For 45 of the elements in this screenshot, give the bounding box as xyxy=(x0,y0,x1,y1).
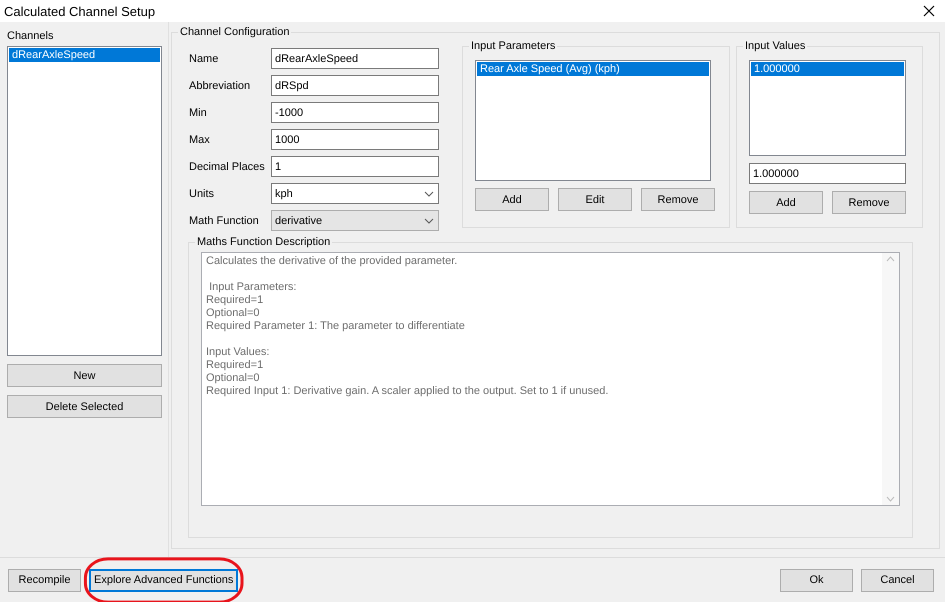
list-button[interactable]: Remove xyxy=(641,188,715,211)
dropdown[interactable]: derivative xyxy=(271,210,439,231)
panel-title: Channels xyxy=(7,30,54,42)
input-field[interactable]: dRSpd xyxy=(271,75,439,96)
list-item[interactable]: 1.000000 xyxy=(751,62,904,76)
channel-list[interactable]: dRearAxleSpeed xyxy=(7,46,162,356)
input-field[interactable]: -1000 xyxy=(271,102,439,123)
chevron-down-icon xyxy=(424,190,434,196)
list-item[interactable]: Rear Axle Speed (Avg) (kph) xyxy=(477,62,709,76)
group-title: Maths Function Description xyxy=(196,236,332,248)
dropdown[interactable]: kph xyxy=(271,183,439,204)
footer-button[interactable]: Recompile xyxy=(8,568,81,592)
list-button[interactable]: Add xyxy=(475,188,549,211)
input-field[interactable]: 1.000000 xyxy=(749,163,906,184)
input-field[interactable]: 1 xyxy=(271,156,439,177)
list-button[interactable]: Add xyxy=(749,191,823,214)
field-label: Decimal Places xyxy=(189,160,266,172)
field-label: Abbreviation xyxy=(189,80,252,92)
group-title: Input Parameters xyxy=(470,40,556,52)
field-label: Max xyxy=(189,134,211,146)
input-field[interactable]: dRearAxleSpeed xyxy=(271,48,439,69)
footer-button[interactable]: Cancel xyxy=(861,568,934,592)
parameter-list[interactable]: Rear Axle Speed (Avg) (kph) xyxy=(475,60,711,181)
footer-button[interactable]: Ok xyxy=(780,568,853,592)
scrollbar[interactable] xyxy=(882,253,899,505)
footer-button[interactable]: Explore Advanced Functions xyxy=(89,568,238,592)
group-title: Channel Configuration xyxy=(179,26,290,38)
value-list[interactable]: 1.000000 xyxy=(749,60,906,156)
scroll-up-icon[interactable] xyxy=(886,256,895,262)
field-label: Math Function xyxy=(189,214,260,226)
list-button[interactable]: Remove xyxy=(832,191,906,214)
field-label: Name xyxy=(189,52,220,64)
panel-button[interactable]: Delete Selected xyxy=(7,395,162,418)
close-icon[interactable] xyxy=(923,5,935,17)
list-button[interactable]: Edit xyxy=(558,188,632,211)
group-title: Input Values xyxy=(744,40,806,52)
input-field[interactable]: 1000 xyxy=(271,129,439,150)
scroll-down-icon[interactable] xyxy=(886,496,895,502)
chevron-down-icon xyxy=(424,218,434,224)
list-item[interactable]: dRearAxleSpeed xyxy=(9,48,160,62)
field-label: Min xyxy=(189,106,208,118)
description-text: Calculates the derivative of the provided parameter. Input Parameters: Required=1 Optional=0 Required Parameter 1: The parameter to differentiate Input Values: Required=1 Optional=0 Required Input 1: Derivative gain. A scaler applied to the output. Set to 1 if unused. xyxy=(205,254,610,399)
panel-button[interactable]: New xyxy=(7,364,162,387)
field-label: Units xyxy=(189,188,216,200)
window-title: Calculated Channel Setup xyxy=(4,4,156,18)
